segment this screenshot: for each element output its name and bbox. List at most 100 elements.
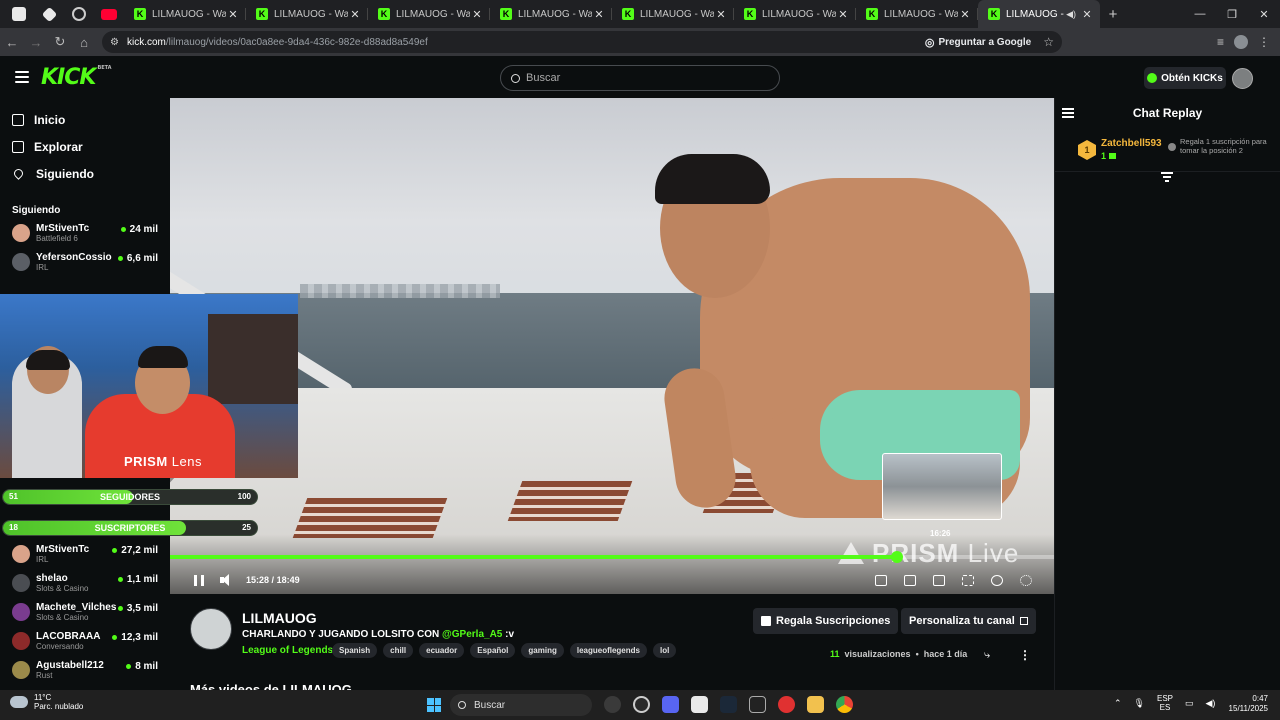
playback-speed-icon[interactable] <box>991 574 1003 586</box>
browser-tab[interactable]: K LILMAUOG - Watch th✕ <box>734 0 856 28</box>
kick-logo[interactable]: KICK BETA <box>41 65 112 90</box>
close-icon[interactable]: ✕ <box>226 8 240 21</box>
minimize-icon[interactable]: — <box>1184 8 1216 20</box>
close-icon[interactable]: ✕ <box>714 8 728 21</box>
followed-channel[interactable]: Machete_Vilches Slots & Casino 3,5 mil <box>0 599 170 628</box>
nav-item-home[interactable]: Inicio <box>0 106 170 133</box>
tag[interactable]: Spanish <box>332 643 378 658</box>
close-icon[interactable]: ✕ <box>348 8 362 21</box>
tag[interactable]: leagueoflegends <box>569 643 647 658</box>
discord-icon[interactable] <box>662 696 679 713</box>
ask-google-button[interactable]: ◎ Preguntar a Google <box>925 36 1031 49</box>
close-icon[interactable]: ✕ <box>470 8 484 21</box>
close-icon[interactable]: ✕ <box>592 8 606 21</box>
pinned-tab[interactable] <box>34 0 64 28</box>
seek-bar[interactable] <box>170 551 1054 563</box>
close-icon[interactable]: ✕ <box>836 8 850 21</box>
share-icon[interactable]: ⤷ <box>984 649 990 662</box>
followed-channel[interactable]: LACOBRAAA Conversando 12,3 mil <box>0 628 170 657</box>
nav-item-following[interactable]: Siguiendo <box>0 160 170 187</box>
close-window-icon[interactable]: ✕ <box>1248 8 1280 21</box>
tag[interactable]: gaming <box>521 643 564 658</box>
microphone-icon[interactable]: 🎙 <box>1134 698 1145 709</box>
chrome-icon[interactable] <box>836 696 853 713</box>
start-windows-icon[interactable] <box>427 698 441 712</box>
browser-tab[interactable]: K LILMAUOG - Watch th✕ <box>246 0 368 28</box>
epic-games-icon[interactable] <box>749 696 766 713</box>
gifter-name[interactable]: Zatchbell593 <box>1101 138 1162 149</box>
theater-mode-icon[interactable] <box>933 574 945 586</box>
filter-icon[interactable] <box>1161 172 1173 182</box>
tag[interactable]: Español <box>470 643 516 658</box>
video-player[interactable]: PRISM Live 16:26 15:28 / 18:49 <box>170 98 1054 594</box>
riot-icon[interactable] <box>778 696 795 713</box>
speaker-icon[interactable]: ◀) <box>1066 9 1076 20</box>
url-field[interactable]: ⚙ kick.com/lilmauog/videos/0ac0a8ee-9da4… <box>102 31 1062 53</box>
followed-channel[interactable]: shelao Slots & Casino 1,1 mil <box>0 570 170 599</box>
channel-name[interactable]: LILMAUOG <box>242 610 317 626</box>
media-control-icon[interactable]: ≡ <box>1217 35 1224 49</box>
file-explorer-icon[interactable] <box>807 696 824 713</box>
bookmark-star-icon[interactable]: ☆ <box>1043 35 1054 49</box>
category-link[interactable]: League of Legends <box>242 645 333 656</box>
network-icon[interactable]: ▭ <box>1185 698 1194 709</box>
webcam-hair-right <box>138 346 188 368</box>
browser-tab[interactable]: K LILMAUOG - Watch th✕ <box>124 0 246 28</box>
customize-channel-button[interactable]: Personaliza tu canal <box>901 608 1036 634</box>
profile-avatar[interactable] <box>1234 35 1248 49</box>
browser-tab-active[interactable]: K LILMAUOG - Wat◀) ✕ <box>978 0 1100 28</box>
pause-icon[interactable] <box>194 574 204 586</box>
followed-channel[interactable]: YefersonCossio IRL 6,6 mil <box>0 249 170 278</box>
picture-in-picture-icon[interactable] <box>875 574 887 586</box>
user-avatar[interactable] <box>1232 68 1253 89</box>
pinned-tab[interactable] <box>4 0 34 28</box>
fullscreen-icon[interactable] <box>962 574 974 586</box>
browser-tab[interactable]: K LILMAUOG - Watch th✕ <box>368 0 490 28</box>
weather-widget[interactable]: 11°C Parc. nublado <box>10 693 83 711</box>
settings-gear-icon[interactable] <box>1020 574 1032 586</box>
pinned-tab[interactable] <box>94 0 124 28</box>
volume-icon[interactable] <box>220 574 232 586</box>
forward-icon[interactable]: → <box>24 35 48 50</box>
watermark-brand: PRISM <box>872 538 960 568</box>
back-icon[interactable]: ← <box>0 35 24 50</box>
followed-channel[interactable]: MrStivenTc IRL 27,2 mil <box>0 541 170 570</box>
more-options-icon[interactable]: ⋮ <box>1019 648 1031 662</box>
app-icon[interactable] <box>633 696 650 713</box>
taskbar-search[interactable]: Buscar <box>450 694 592 716</box>
site-settings-icon[interactable]: ⚙ <box>110 37 119 48</box>
followed-channel[interactable]: MrStivenTc Battlefield 6 24 mil <box>0 220 170 249</box>
speaker-icon[interactable]: ◀) <box>1206 698 1216 709</box>
browser-tab[interactable]: K LILMAUOG - Watch th✕ <box>856 0 978 28</box>
seek-bar-handle[interactable] <box>890 551 903 563</box>
browser-tab[interactable]: K LILMAUOG - Watch th✕ <box>612 0 734 28</box>
search-input[interactable]: Buscar <box>500 65 780 91</box>
browser-tab[interactable]: K LILMAUOG - Watch th✕ <box>490 0 612 28</box>
close-icon[interactable]: ✕ <box>958 8 972 21</box>
language-indicator[interactable]: ESP ES <box>1157 694 1173 713</box>
close-icon[interactable]: ✕ <box>1080 8 1094 21</box>
tag[interactable]: ecuador <box>419 643 465 658</box>
nav-item-explore[interactable]: Explorar <box>0 133 170 160</box>
menu-kebab-icon[interactable]: ⋮ <box>1258 35 1270 49</box>
collapse-chat-icon[interactable] <box>1062 108 1074 118</box>
channel-avatar[interactable] <box>190 608 232 650</box>
steam-icon[interactable] <box>720 696 737 713</box>
pinned-tab[interactable] <box>64 0 94 28</box>
capcut-icon[interactable] <box>691 696 708 713</box>
home-icon[interactable]: ⌂ <box>72 35 96 50</box>
reload-icon[interactable]: ↻ <box>48 34 72 50</box>
chevron-up-icon[interactable]: ⌃ <box>1114 698 1122 709</box>
taskbar-clock[interactable]: 0:47 15/11/2025 <box>1224 694 1268 715</box>
hamburger-menu-icon[interactable] <box>15 71 29 83</box>
title-mention[interactable]: @GPerla_A5 <box>442 629 502 640</box>
restore-icon[interactable]: ❐ <box>1216 8 1248 21</box>
obs-icon[interactable] <box>604 696 621 713</box>
followed-channel[interactable]: Agustabell212 Rust 8 mil <box>0 657 170 686</box>
tag[interactable]: chill <box>383 643 414 658</box>
new-tab-button[interactable]: + <box>1100 6 1126 23</box>
get-kicks-button[interactable]: Obtén KICKs <box>1144 67 1226 89</box>
gift-subs-button[interactable]: Regala Suscripciones <box>753 608 899 634</box>
clip-icon[interactable] <box>904 574 916 586</box>
tag[interactable]: lol <box>652 643 677 658</box>
